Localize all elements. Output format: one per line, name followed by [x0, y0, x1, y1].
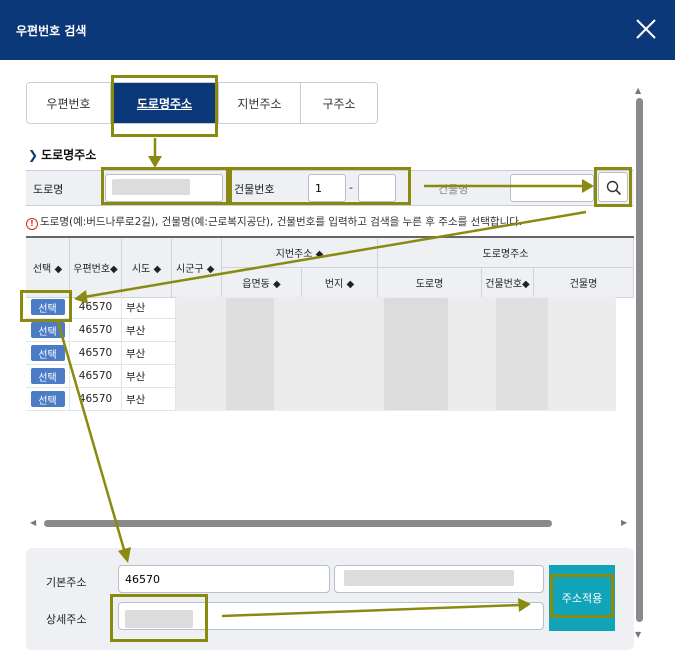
tab-road-address[interactable]: 도로명주소 — [111, 83, 219, 123]
close-icon[interactable] — [635, 18, 657, 40]
zipcode-cell: 46570 — [70, 296, 122, 319]
table-row: 선택 — [26, 296, 70, 319]
col-building-name[interactable]: 건물명 — [534, 268, 634, 298]
base-address-label: 기본주소 — [46, 576, 87, 589]
detail-address-label: 상세주소 — [46, 613, 87, 626]
road-name-label: 도로명 — [33, 183, 64, 196]
col-building-number[interactable]: 건물번호◆ — [482, 268, 534, 298]
zipcode-cell: 46570 — [70, 342, 122, 365]
scrollbar-thumb[interactable] — [636, 98, 643, 622]
zipcode-cell: 46570 — [70, 365, 122, 388]
detail-address-value-masked — [125, 610, 193, 628]
building-number-label: 건물번호 — [234, 183, 275, 196]
col-select[interactable]: 선택 ◆ — [26, 238, 70, 298]
table-row: 선택 — [26, 342, 70, 365]
select-button[interactable]: 선택 — [30, 299, 65, 315]
sido-cell: 부산 — [122, 365, 176, 388]
building-number-sub-input[interactable] — [358, 174, 396, 202]
sido-cell: 부산 — [122, 319, 176, 342]
scroll-right-icon[interactable]: ▶ — [621, 518, 627, 527]
apply-address-button[interactable]: 주소적용 — [549, 565, 615, 631]
scroll-down-icon[interactable]: ▼ — [635, 630, 641, 639]
dialog-titlebar: 우편번호 검색 — [0, 0, 675, 60]
col-road-name[interactable]: 도로명 — [378, 268, 482, 298]
base-address-value-masked — [344, 570, 514, 586]
sido-cell: 부산 — [122, 388, 176, 411]
tab-jibun-address[interactable]: 지번주소 — [219, 83, 301, 123]
masked-address-cells — [226, 298, 274, 410]
scroll-up-icon[interactable]: ▲ — [635, 86, 641, 95]
building-name-input[interactable] — [510, 174, 594, 202]
masked-address-cells — [384, 298, 448, 410]
col-sigungu[interactable]: 시군구 ◆ — [172, 238, 222, 298]
chevron-right-icon: ❯ — [28, 148, 39, 162]
building-number-main-input[interactable] — [308, 174, 346, 202]
road-name-value-masked — [112, 179, 190, 195]
building-name-label: 건물명 — [438, 183, 469, 196]
tab-old-address[interactable]: 구주소 — [301, 83, 377, 123]
col-umd[interactable]: 읍면동 ◆ — [222, 268, 302, 298]
zipcode-cell: 46570 — [70, 319, 122, 342]
col-group-road: 도로명주소 — [378, 238, 634, 268]
scrollbar-thumb[interactable] — [44, 520, 552, 527]
building-number-dash: - — [349, 181, 353, 194]
table-row: 선택 — [26, 365, 70, 388]
masked-address-cells — [496, 298, 548, 410]
col-sido[interactable]: 시도 ◆ — [122, 238, 172, 298]
search-notice: ! 도로명(예:버드나루로2길), 건물명(예:근로복지공단), 건물번호를 입력… — [26, 214, 522, 230]
dialog-title: 우편번호 검색 — [16, 24, 87, 38]
search-icon — [606, 180, 622, 196]
col-zipcode[interactable]: 우편번호◆ — [70, 238, 122, 298]
sido-cell: 부산 — [122, 296, 176, 319]
address-type-tabs: 우편번호 도로명주소 지번주소 구주소 — [26, 82, 378, 124]
select-button[interactable]: 선택 — [30, 322, 65, 338]
base-zip-input[interactable] — [118, 565, 330, 593]
table-row: 선택 — [26, 388, 70, 411]
select-button[interactable]: 선택 — [30, 391, 65, 407]
col-group-jibun: 지번주소 ◆ — [222, 238, 378, 268]
zipcode-cell: 46570 — [70, 388, 122, 411]
result-grid: 선택 ◆ 우편번호◆ 시도 ◆ 시군구 ◆ 지번주소 ◆ 읍면동 ◆ 번지 ◆ … — [26, 236, 634, 516]
col-bunji[interactable]: 번지 ◆ — [302, 268, 378, 298]
select-button[interactable]: 선택 — [30, 345, 65, 361]
scroll-left-icon[interactable]: ◀ — [30, 518, 36, 527]
search-button[interactable] — [598, 172, 628, 202]
alert-icon: ! — [26, 218, 38, 230]
sido-cell: 부산 — [122, 342, 176, 365]
table-row: 선택 — [26, 319, 70, 342]
vertical-scrollbar[interactable]: ▲ ▼ — [634, 86, 644, 642]
tab-zipcode[interactable]: 우편번호 — [27, 83, 111, 123]
select-button[interactable]: 선택 — [30, 368, 65, 384]
horizontal-scrollbar[interactable]: ◀ ▶ — [26, 518, 634, 530]
address-result-panel — [26, 548, 634, 650]
section-title: ❯ 도로명주소 — [28, 148, 97, 162]
